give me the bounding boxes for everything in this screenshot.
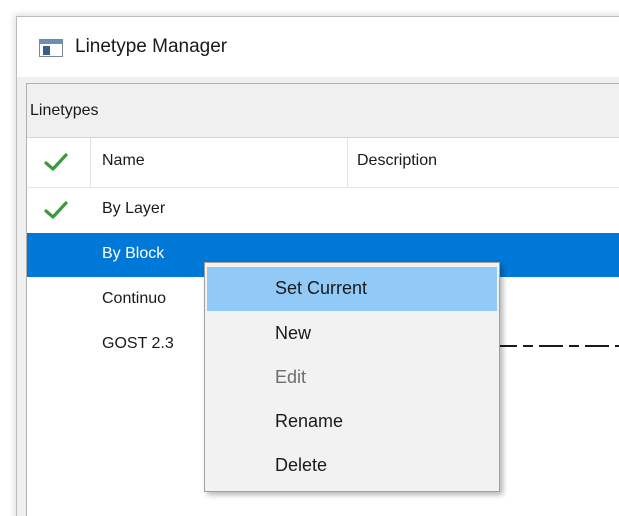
current-column-checkmark-icon[interactable] (44, 152, 68, 172)
menu-item-rename[interactable]: Rename (207, 400, 497, 444)
menu-item-label: New (275, 323, 312, 343)
app-icon-block-shape (43, 46, 50, 55)
list-header: Name Description (27, 138, 619, 188)
current-checkmark-icon (44, 201, 68, 219)
row-name: By Block (102, 245, 165, 262)
title-bar[interactable]: Linetype Manager (17, 17, 619, 77)
linetype-manager-app-icon (39, 39, 63, 57)
row-name: By Layer (102, 200, 166, 217)
menu-item-label: Rename (275, 411, 344, 431)
list-row-by-layer[interactable]: By Layer (27, 188, 619, 232)
column-header-name[interactable]: Name (102, 152, 145, 170)
menu-item-label: Edit (275, 367, 307, 387)
column-separator[interactable] (90, 138, 91, 187)
menu-item-label: Delete (275, 455, 328, 475)
menu-item-edit: Edit (207, 356, 497, 400)
window-title: Linetype Manager (75, 36, 228, 57)
linetypes-group-title: Linetypes (30, 102, 99, 119)
context-menu: Set Current New Edit Rename Delete (204, 262, 500, 492)
menu-item-new[interactable]: New (207, 312, 497, 356)
row-name: Continuo (102, 290, 167, 307)
linetypes-group-header: Linetypes (27, 84, 619, 138)
menu-item-delete[interactable]: Delete (207, 444, 497, 488)
column-separator[interactable] (347, 138, 348, 187)
menu-item-set-current[interactable]: Set Current (207, 267, 497, 311)
screen: Linetype Manager Linetypes Name Descript… (0, 0, 619, 516)
column-header-description[interactable]: Description (357, 152, 437, 170)
app-icon-titlebar-shape (40, 40, 62, 44)
row-name: GOST 2.3 (102, 335, 174, 352)
menu-item-label: Set Current (275, 278, 368, 298)
